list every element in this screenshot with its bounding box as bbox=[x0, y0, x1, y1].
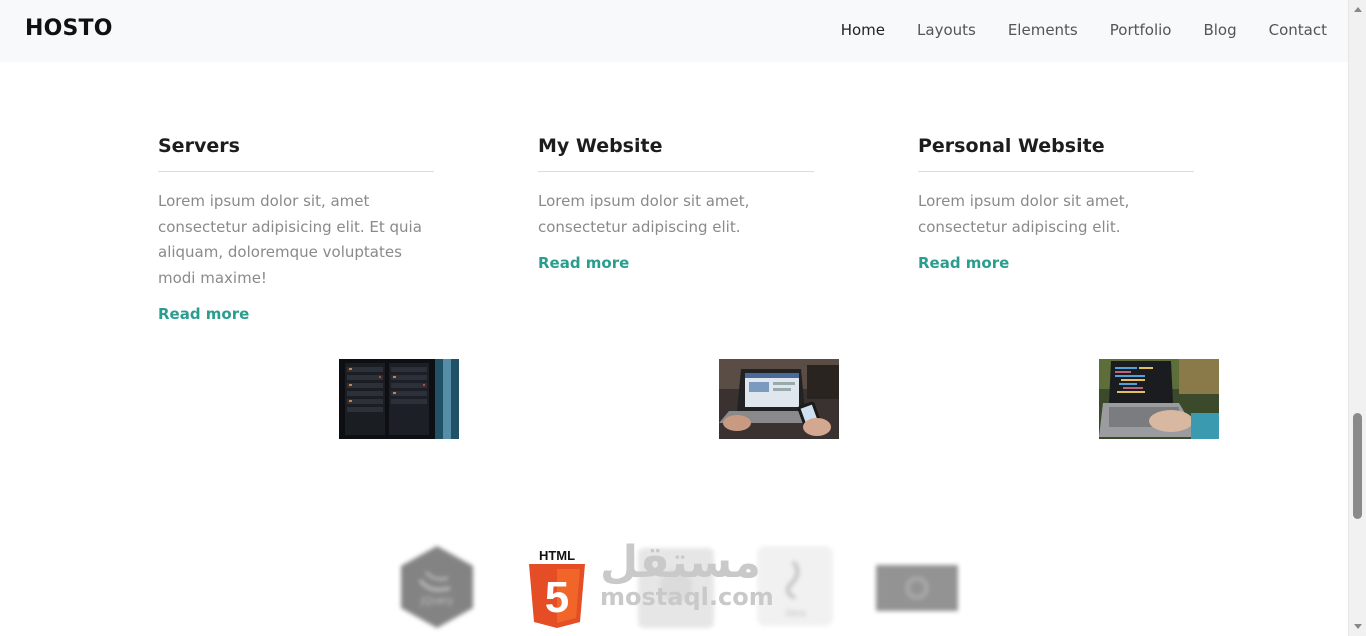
card-title: Personal Website bbox=[918, 133, 1194, 172]
read-more-link[interactable]: Read more bbox=[918, 254, 1009, 272]
card-text: Lorem ipsum dolor sit amet, consectetur … bbox=[918, 192, 1130, 236]
card-text: Lorem ipsum dolor sit amet, consectetur … bbox=[538, 192, 750, 236]
nav-item-elements[interactable]: Elements bbox=[1008, 20, 1078, 40]
nav-menu: Home Layouts Elements Portfolio Blog Con… bbox=[809, 20, 1327, 40]
read-more-link[interactable]: Read more bbox=[538, 254, 629, 272]
html5-logo: HTML 5 bbox=[527, 546, 587, 634]
html5-number: 5 bbox=[545, 573, 569, 622]
jquery-label: jQuery bbox=[420, 595, 454, 607]
server-rack-photo bbox=[339, 359, 459, 439]
navbar: HOSTO Home Layouts Elements Portfolio Bl… bbox=[0, 0, 1348, 62]
wordpress-logo bbox=[876, 565, 958, 615]
read-more-link[interactable]: Read more bbox=[158, 305, 249, 323]
scroll-down-arrow-icon[interactable] bbox=[1354, 624, 1362, 629]
nav-item-layouts[interactable]: Layouts bbox=[917, 20, 976, 40]
scrollbar-thumb[interactable] bbox=[1353, 413, 1362, 519]
card-title: Servers bbox=[158, 133, 434, 172]
card-my-website: My Website Lorem ipsum dolor sit amet, c… bbox=[538, 133, 814, 272]
nav-item-home[interactable]: Home bbox=[841, 20, 885, 40]
nav-item-contact[interactable]: Contact bbox=[1269, 20, 1327, 40]
card-text: Lorem ipsum dolor sit, amet consectetur … bbox=[158, 192, 422, 287]
vertical-scrollbar[interactable] bbox=[1348, 0, 1366, 636]
scroll-up-arrow-icon[interactable] bbox=[1354, 7, 1362, 12]
card-personal-website: Personal Website Lorem ipsum dolor sit a… bbox=[918, 133, 1194, 272]
watermark-arabic: مستقل bbox=[600, 537, 761, 588]
laptop-typing-photo bbox=[1099, 359, 1219, 439]
java-label: Java bbox=[784, 608, 806, 619]
nav-item-portfolio[interactable]: Portfolio bbox=[1110, 20, 1172, 40]
mostaql-watermark: مستقل mostaql.com bbox=[600, 537, 774, 611]
laptop-phone-photo bbox=[719, 359, 839, 439]
card-title: My Website bbox=[538, 133, 814, 172]
brand-logo[interactable]: HOSTO bbox=[25, 16, 113, 41]
jquery-logo: jQuery bbox=[398, 544, 476, 634]
card-servers: Servers Lorem ipsum dolor sit, amet cons… bbox=[158, 133, 434, 323]
watermark-latin: mostaql.com bbox=[600, 583, 774, 611]
html5-label: HTML bbox=[539, 548, 575, 563]
nav-item-blog[interactable]: Blog bbox=[1203, 20, 1236, 40]
